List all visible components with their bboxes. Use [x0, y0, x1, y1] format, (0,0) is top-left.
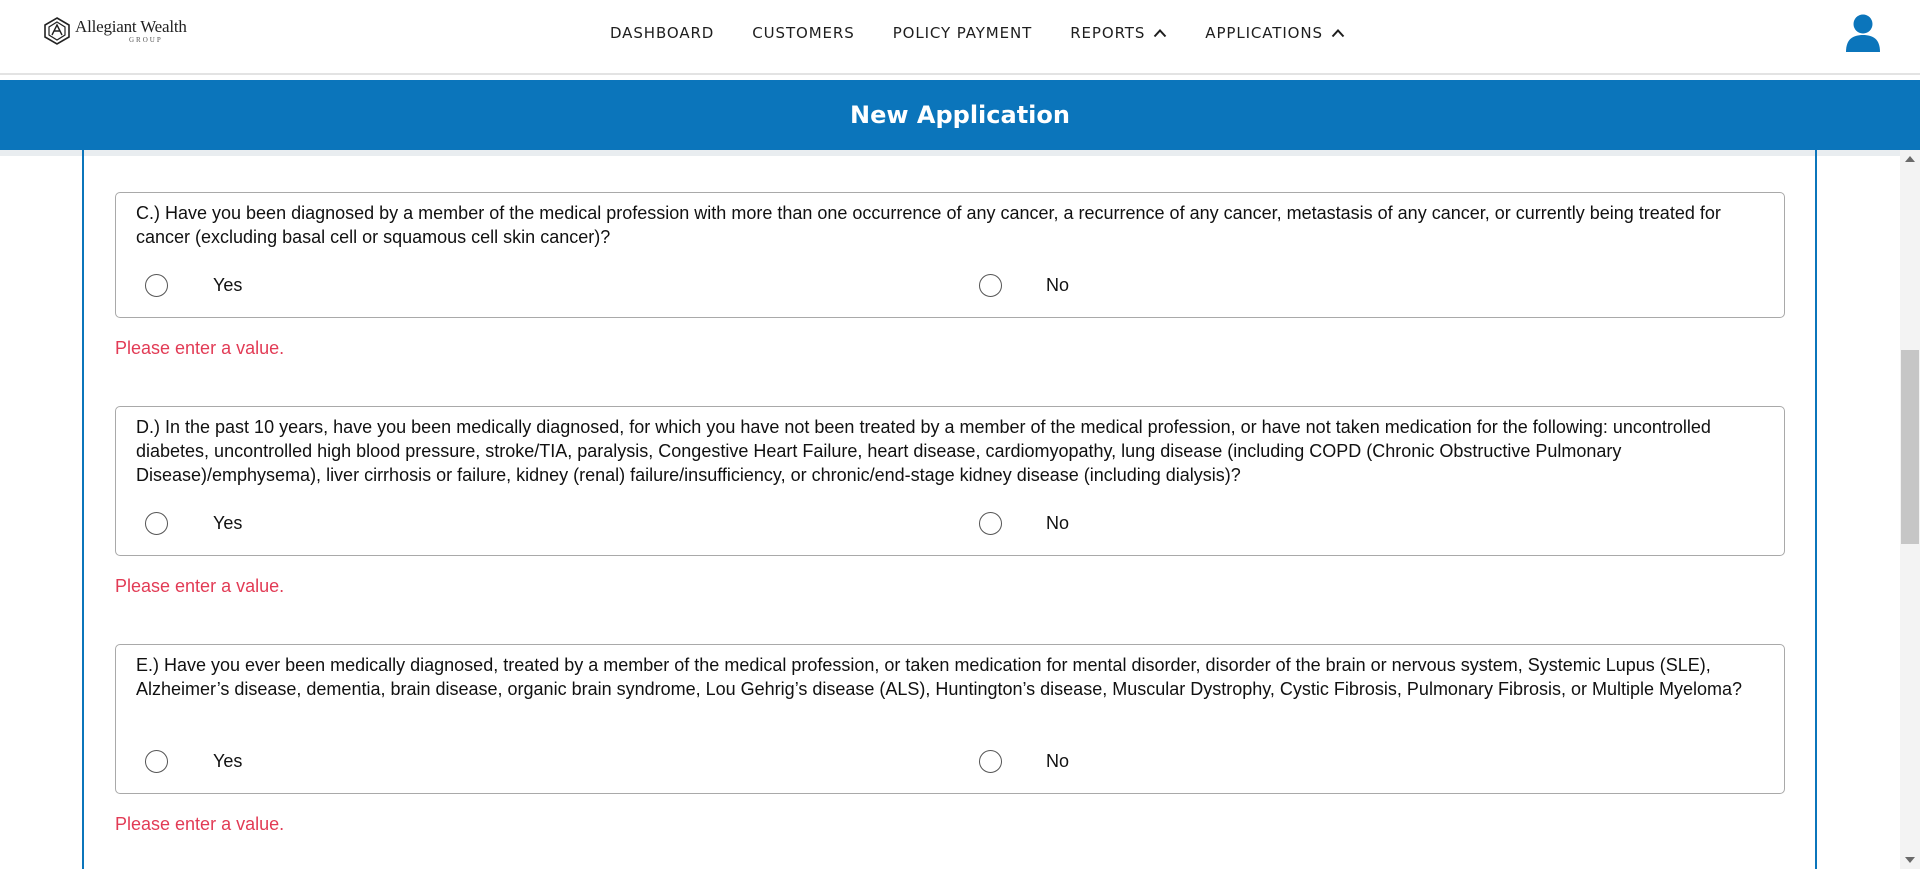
question-c-yes-label[interactable]: Yes: [213, 273, 242, 297]
question-d-yes-label[interactable]: Yes: [213, 511, 242, 535]
page-title-banner: New Application: [0, 80, 1920, 150]
question-c-no-radio[interactable]: [979, 274, 1002, 297]
chevron-up-icon: [1331, 29, 1345, 38]
question-e-error: Please enter a value.: [115, 814, 285, 834]
nav-reports[interactable]: REPORTS: [1070, 24, 1167, 42]
nav-dashboard[interactable]: DASHBOARD: [610, 24, 714, 42]
content-frame-left-border: [82, 150, 84, 869]
top-navigation-bar: Allegiant Wealth GROUP DASHBOARD CUSTOME…: [0, 0, 1920, 75]
nav-applications[interactable]: APPLICATIONS: [1205, 24, 1345, 42]
main-nav: DASHBOARD CUSTOMERS POLICY PAYMENT REPOR…: [610, 0, 1383, 66]
question-d-no-radio[interactable]: [979, 512, 1002, 535]
nav-customers-label: CUSTOMERS: [752, 24, 855, 42]
chevron-up-icon: [1154, 29, 1167, 38]
nav-applications-label: APPLICATIONS: [1205, 24, 1323, 42]
question-e-no-radio[interactable]: [979, 750, 1002, 773]
page-title: New Application: [850, 101, 1070, 129]
question-e-text: E.) Have you ever been medically diagnos…: [136, 655, 1743, 699]
question-e-yes-label[interactable]: Yes: [213, 749, 242, 773]
brand-name: Allegiant Wealth: [75, 17, 187, 36]
brand-sub: GROUP: [129, 36, 163, 44]
question-c-error: Please enter a value.: [115, 338, 285, 358]
question-d-yes-radio[interactable]: [145, 512, 168, 535]
banner-divider: [0, 150, 1920, 156]
question-d-error: Please enter a value.: [115, 576, 285, 596]
brand-logo[interactable]: Allegiant Wealth GROUP: [42, 16, 187, 46]
brand-logo-icon: [44, 17, 70, 45]
nav-reports-label: REPORTS: [1070, 24, 1146, 42]
question-c-no-label[interactable]: No: [1046, 273, 1069, 297]
question-c-text: C.) Have you been diagnosed by a member …: [136, 203, 1721, 247]
scroll-up-icon[interactable]: [1905, 156, 1915, 162]
nav-policy-payment-label: POLICY PAYMENT: [892, 24, 1033, 42]
question-d-text: D.) In the past 10 years, have you been …: [136, 417, 1711, 485]
nav-customers[interactable]: CUSTOMERS: [752, 24, 854, 42]
question-e-yes-radio[interactable]: [145, 750, 168, 773]
scroll-down-icon[interactable]: [1905, 857, 1915, 863]
question-c-card: C.) Have you been diagnosed by a member …: [115, 192, 1785, 318]
content-frame-right-border: [1815, 150, 1817, 869]
nav-policy-payment[interactable]: POLICY PAYMENT: [893, 24, 1033, 42]
question-d-card: D.) In the past 10 years, have you been …: [115, 406, 1785, 556]
nav-dashboard-label: DASHBOARD: [610, 24, 715, 42]
page-scrollbar[interactable]: [1900, 150, 1920, 869]
question-d-no-label[interactable]: No: [1046, 511, 1069, 535]
question-c-yes-radio[interactable]: [145, 274, 168, 297]
user-account-icon[interactable]: [1845, 14, 1881, 54]
scrollbar-thumb[interactable]: [1901, 350, 1919, 544]
question-e-no-label[interactable]: No: [1046, 749, 1069, 773]
question-e-card: E.) Have you ever been medically diagnos…: [115, 644, 1785, 794]
